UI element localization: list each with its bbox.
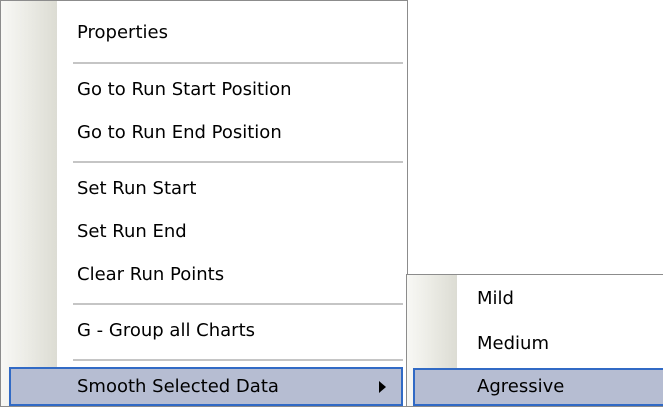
menu-item-properties[interactable]: Properties — [1, 13, 407, 53]
submenu-item-agressive[interactable]: Agressive — [413, 368, 663, 406]
menu-item-clear-run-points[interactable]: Clear Run Points — [1, 255, 407, 295]
submenu-item-label: Mild — [477, 288, 514, 309]
menu-item-label: Properties — [77, 22, 168, 43]
menu-item-label: Go to Run End Position — [77, 122, 282, 143]
submenu-arrow-icon — [379, 381, 386, 393]
menu-item-set-run-end[interactable]: Set Run End — [1, 212, 407, 252]
menu-item-set-run-start[interactable]: Set Run Start — [1, 169, 407, 209]
menu-item-smooth-selected-data[interactable]: Smooth Selected Data — [9, 367, 403, 406]
menu-separator — [73, 62, 403, 65]
context-menu: Properties Go to Run Start Position Go t… — [0, 0, 408, 407]
menu-separator — [73, 161, 403, 164]
submenu-item-mild[interactable]: Mild — [407, 279, 663, 319]
menu-separator — [73, 359, 403, 362]
submenu-item-label: Medium — [477, 333, 549, 354]
menu-separator — [73, 303, 403, 306]
menu-item-go-to-run-start[interactable]: Go to Run Start Position — [1, 70, 407, 110]
menu-item-group-all-charts[interactable]: G - Group all Charts — [1, 311, 407, 351]
submenu-item-medium[interactable]: Medium — [407, 324, 663, 364]
menu-item-go-to-run-end[interactable]: Go to Run End Position — [1, 113, 407, 153]
menu-item-label: G - Group all Charts — [77, 320, 256, 341]
menu-item-label: Set Run End — [77, 221, 187, 242]
menu-item-label: Set Run Start — [77, 178, 197, 199]
menu-item-label: Go to Run Start Position — [77, 79, 292, 100]
smooth-submenu: Mild Medium Agressive — [406, 274, 663, 407]
submenu-item-label: Agressive — [477, 376, 565, 397]
menu-item-label: Smooth Selected Data — [77, 375, 279, 397]
menu-item-label: Clear Run Points — [77, 264, 225, 285]
